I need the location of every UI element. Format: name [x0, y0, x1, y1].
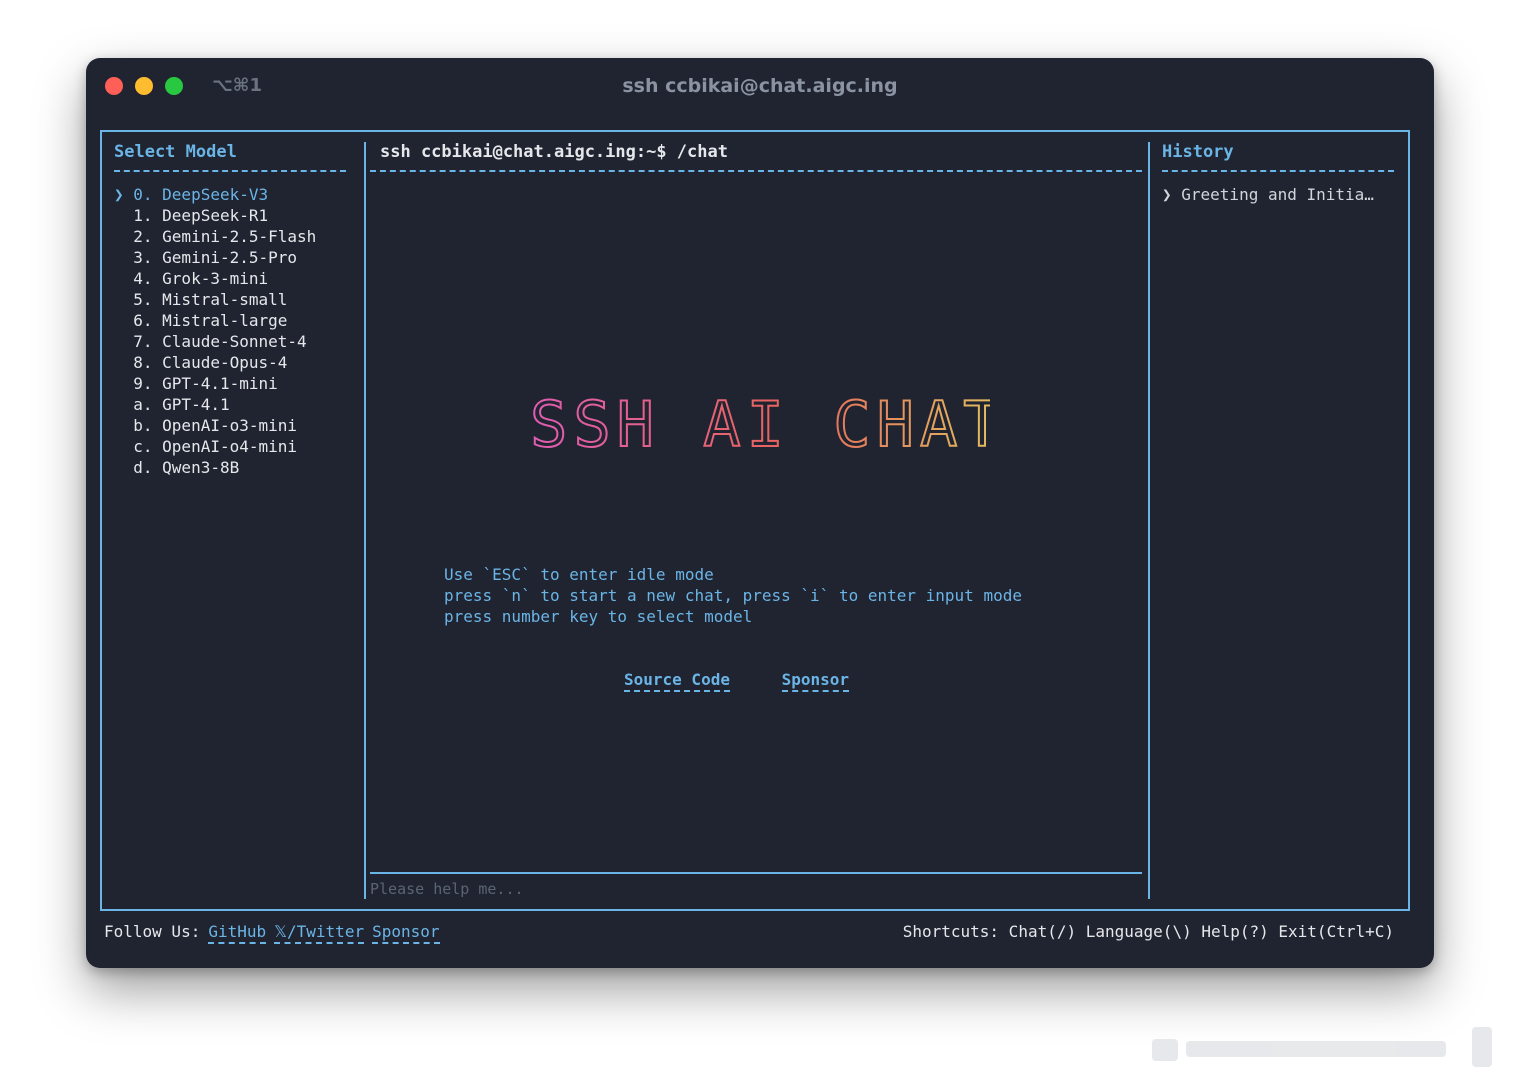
model-item[interactable]: c. OpenAI-o4-mini: [114, 436, 316, 457]
window-title: ssh ccbikai@chat.aigc.ing: [622, 75, 898, 97]
model-item[interactable]: 6. Mistral-large: [114, 310, 316, 331]
banner-logo: SSH AI CHAT: [530, 394, 990, 454]
source-code-link[interactable]: Source Code: [624, 670, 730, 692]
help-line-esc: Use `ESC` to enter idle mode: [444, 565, 714, 584]
footer-sponsor-link[interactable]: Sponsor: [372, 922, 440, 944]
help-line-select-model: press number key to select model: [444, 607, 753, 626]
model-item[interactable]: 1. DeepSeek-R1: [114, 205, 316, 226]
history-pane-title: History: [1162, 142, 1234, 162]
terminal-window: ⌥⌘1 ssh ccbikai@chat.aigc.ing Select Mod…: [86, 58, 1434, 968]
github-link[interactable]: GitHub: [208, 922, 267, 944]
sponsor-link[interactable]: Sponsor: [781, 670, 850, 692]
model-item[interactable]: 8. Claude-Opus-4: [114, 352, 316, 373]
banner-text: SSH AI CHAT: [530, 394, 990, 454]
window-titlebar: ⌥⌘1 ssh ccbikai@chat.aigc.ing: [86, 58, 1434, 116]
model-item[interactable]: 9. GPT-4.1-mini: [114, 373, 316, 394]
follow-label: Follow Us:: [104, 922, 201, 941]
chat-pane-separator: [370, 170, 1142, 172]
chat-input[interactable]: [370, 880, 1142, 898]
ascii-banner: SSH AI CHAT: [530, 394, 990, 454]
shortcuts-hint: Shortcuts: Chat(/) Language(\) Help(?) E…: [902, 922, 1394, 941]
model-list: ❯ 0. DeepSeek-V3 1. DeepSeek-R1 2. Gemin…: [114, 184, 316, 478]
model-item[interactable]: 3. Gemini-2.5-Pro: [114, 247, 316, 268]
model-item[interactable]: d. Qwen3-8B: [114, 457, 316, 478]
model-item[interactable]: ❯ 0. DeepSeek-V3: [114, 184, 316, 205]
input-separator: [370, 872, 1142, 874]
model-pane-title: Select Model: [114, 142, 237, 162]
pane-divider-right: [1148, 142, 1150, 899]
model-item[interactable]: 2. Gemini-2.5-Flash: [114, 226, 316, 247]
model-item[interactable]: b. OpenAI-o3-mini: [114, 415, 316, 436]
model-item[interactable]: 5. Mistral-small: [114, 289, 316, 310]
help-text: Use `ESC` to enter idle mode press `n` t…: [444, 564, 1022, 627]
twitter-link[interactable]: 𝕏/Twitter: [274, 922, 365, 944]
history-item[interactable]: ❯ Greeting and Initia…: [1162, 184, 1374, 205]
history-pane-separator: [1162, 170, 1394, 172]
shell-prompt: ssh ccbikai@chat.aigc.ing:~$ /chat: [380, 142, 728, 162]
blurred-watermark: [1152, 1027, 1492, 1067]
model-pane-separator: [114, 170, 346, 172]
tui-frame: Select Model ❯ 0. DeepSeek-V3 1. DeepSee…: [100, 130, 1410, 911]
pane-divider-left: [364, 142, 366, 899]
status-footer: Follow Us: GitHub 𝕏/Twitter Sponsor Shortcu…: [104, 922, 1416, 944]
project-links: Source Code Sponsor: [624, 670, 891, 692]
help-line-new-chat: press `n` to start a new chat, press `i`…: [444, 586, 1022, 605]
model-item[interactable]: 7. Claude-Sonnet-4: [114, 331, 316, 352]
model-item[interactable]: 4. Grok-3-mini: [114, 268, 316, 289]
model-item[interactable]: a. GPT-4.1: [114, 394, 316, 415]
